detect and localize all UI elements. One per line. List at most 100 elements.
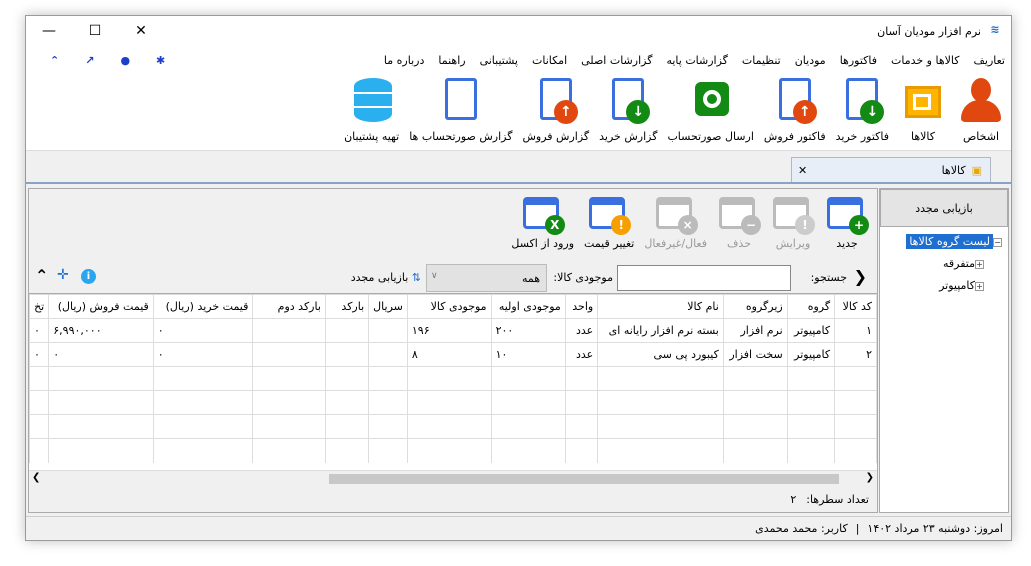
empty-cell	[786, 414, 836, 439]
table-cell: ۲	[834, 342, 877, 367]
invoice-report-icon	[437, 76, 485, 124]
tree-node-label: لیست گروه کالاها	[906, 234, 993, 249]
column-header[interactable]: گروه	[786, 294, 836, 319]
column-header[interactable]: واحد	[564, 294, 599, 319]
menu-support[interactable]: پشتیبانی	[480, 54, 518, 67]
horizontal-scrollbar[interactable]: ❮ ❯	[29, 470, 877, 486]
empty-cell	[722, 366, 788, 391]
table-cell: ۸	[406, 342, 492, 367]
delete-button[interactable]: − حذف	[717, 191, 761, 250]
tree-refresh-button[interactable]: بازیابی مجدد	[880, 189, 1008, 227]
ribbon-goods-button[interactable]: کالاها	[899, 74, 947, 150]
empty-cell	[368, 438, 408, 463]
menu-taxpayers[interactable]: مودیان	[795, 54, 826, 67]
column-header[interactable]: قیمت خرید (ریال)	[152, 294, 254, 319]
stock-filter-select[interactable]: همه ∨	[426, 264, 547, 292]
purchase-invoice-icon: ↓	[838, 76, 886, 124]
empty-cell	[252, 390, 326, 415]
column-header[interactable]: قیمت فروش (ریال)	[48, 294, 154, 319]
ribbon-purchase-report-button[interactable]: ↓ گزارش خرید	[599, 74, 657, 150]
maximize-button[interactable]: ☐	[72, 16, 118, 46]
import-excel-button[interactable]: X ورود از اکسل	[511, 191, 574, 250]
tree-root[interactable]: −لیست گروه کالاها	[906, 234, 1004, 249]
ribbon-sales-invoice-button[interactable]: ↑ فاکتور فروش	[764, 74, 826, 150]
button-label: ویرایش	[775, 237, 811, 250]
minimize-button[interactable]: —	[26, 16, 72, 46]
collapse-icon[interactable]: −	[993, 238, 1002, 247]
empty-cell	[324, 390, 370, 415]
user-icon[interactable]: ●	[120, 54, 130, 67]
expand-icon[interactable]: +	[975, 260, 984, 269]
app-window: ≋ نرم افزار مودیان آسان ✕ ☐ — تعاریف کال…	[25, 15, 1012, 541]
edit-button[interactable]: ! ویرایش	[771, 191, 815, 250]
column-header[interactable]: موجودی اولیه	[490, 294, 566, 319]
column-header[interactable]: نام کالا	[597, 294, 724, 319]
expand-left-icon[interactable]: ❮	[854, 267, 867, 286]
collapse-ribbon-icon[interactable]: ⌃	[50, 54, 59, 67]
ribbon-invoice-report-button[interactable]: گزارش صورتحساب ها	[409, 74, 512, 150]
menu-help[interactable]: راهنما	[438, 54, 465, 67]
ribbon-label: فاکتور فروش	[763, 130, 826, 143]
search-label: جستجو:	[810, 271, 847, 284]
tree-node-misc[interactable]: +متفرقه	[943, 257, 986, 270]
ribbon-persons-button[interactable]: اشخاص	[957, 74, 1005, 150]
empty-cell	[324, 414, 370, 439]
refresh-button[interactable]: ⇅ بازیابی مجدد	[351, 271, 421, 284]
empty-cell	[786, 438, 836, 463]
menu-main-reports[interactable]: گزارشات اصلی	[581, 54, 652, 67]
folder-warning-icon: !	[587, 193, 632, 235]
new-button[interactable]: + جدید	[825, 191, 869, 250]
column-header[interactable]: سریال	[368, 294, 408, 319]
empty-cell	[834, 390, 877, 415]
scroll-right-icon[interactable]: ❯	[866, 472, 874, 483]
stock-filter-value: همه	[521, 272, 540, 285]
search-input[interactable]	[617, 265, 791, 291]
ribbon-purchase-invoice-button[interactable]: ↓ فاکتور خرید	[836, 74, 889, 150]
menu-settings[interactable]: تنظیمات	[742, 54, 781, 67]
empty-cell	[368, 366, 408, 391]
menu-definitions[interactable]: تعاریف	[974, 54, 1005, 67]
column-header[interactable]: بارکد دوم	[252, 294, 326, 319]
table-cell: کیبورد پی سی	[597, 342, 724, 367]
ribbon-send-invoice-button[interactable]: ارسال صورتحساب	[667, 74, 754, 150]
menu-invoices[interactable]: فاکتورها	[840, 54, 877, 67]
expand-icon[interactable]: +	[975, 282, 984, 291]
folder-add-icon: +	[825, 193, 869, 235]
empty-cell	[786, 366, 836, 391]
toggle-active-button[interactable]: × فعال/غیرفعال	[644, 191, 707, 250]
ribbon-sales-report-button[interactable]: ↑ گزارش فروش	[522, 74, 589, 150]
arrow-up-right-icon[interactable]: ↗	[85, 54, 94, 67]
resize-columns-icon[interactable]: ✛	[57, 267, 69, 283]
tab-goods[interactable]: ▣ کالاها ✕	[791, 157, 991, 183]
scrollbar-thumb[interactable]	[329, 474, 839, 484]
scroll-left-icon[interactable]: ❮	[32, 472, 40, 483]
column-header[interactable]: موجودی کالا	[406, 294, 492, 319]
collapse-up-icon[interactable]: ⌃	[35, 266, 48, 285]
column-header[interactable]: تخ	[29, 294, 50, 319]
empty-cell	[490, 366, 566, 391]
gear-icon[interactable]: ✱	[156, 54, 165, 67]
tree-node-computer[interactable]: +کامپیوتر	[939, 279, 986, 292]
close-tab-icon[interactable]: ✕	[798, 164, 807, 177]
empty-cell	[152, 438, 254, 463]
filter-bar: ❮ جستجو: موجودی کالا: همه ∨ ⇅ بازیابی مج…	[29, 263, 877, 293]
table-cell: ۰	[29, 342, 50, 367]
change-price-button[interactable]: ! تغییر قیمت	[584, 191, 634, 250]
menu-basic-reports[interactable]: گزارشات پایه	[666, 54, 727, 67]
column-header[interactable]: بارکد	[324, 294, 370, 319]
empty-cell	[564, 414, 599, 439]
empty-cell	[48, 438, 154, 463]
table-row[interactable]: ۲ کامپیوتر سخت افزار کیبورد پی سی عدد ۱۰ ۸ ۰ ۰ ۰	[29, 342, 877, 367]
ribbon-backup-button[interactable]: تهیه پشتیبان	[344, 74, 399, 150]
status-user: کاربر: محمد محمدی	[755, 522, 848, 535]
column-header[interactable]: زیرگروه	[722, 294, 788, 319]
table-row[interactable]: ۱ کامپیوتر نرم افزار بسته نرم افزار رایانه …	[29, 318, 877, 343]
menu-goods[interactable]: کالاها و خدمات	[891, 54, 960, 67]
column-header[interactable]: کد کالا	[834, 294, 877, 319]
menu-about[interactable]: درباره ما	[384, 54, 424, 67]
empty-cell	[324, 366, 370, 391]
info-icon[interactable]: i	[81, 269, 96, 284]
menu-features[interactable]: امکانات	[532, 54, 567, 67]
table-cell: ۲۰۰	[490, 318, 566, 343]
close-button[interactable]: ✕	[118, 16, 164, 46]
